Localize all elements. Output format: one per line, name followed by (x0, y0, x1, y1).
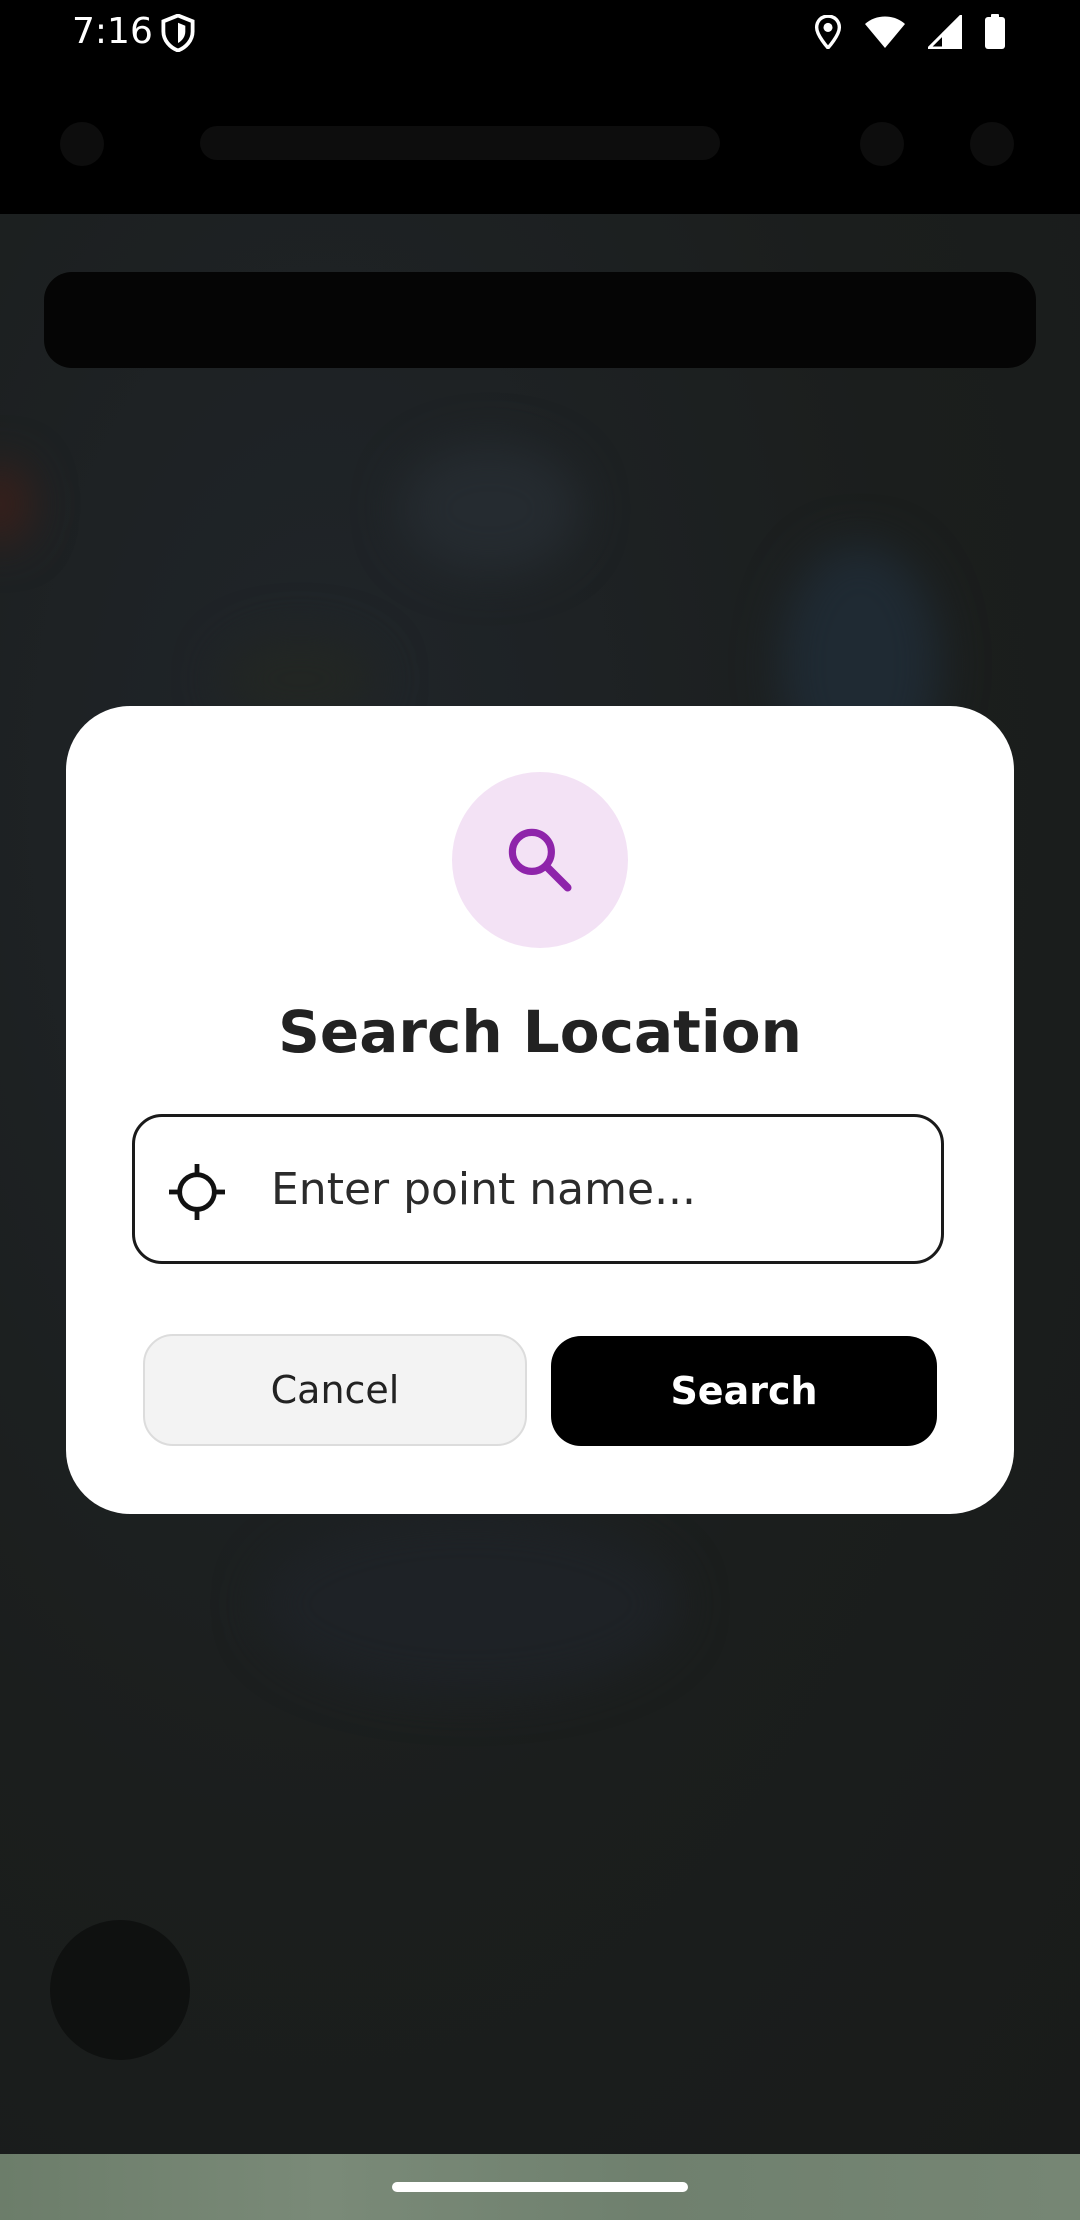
background-action-icon (860, 122, 904, 166)
point-name-input[interactable] (271, 1147, 921, 1231)
dialog-icon-badge (452, 772, 628, 948)
gesture-nav-handle[interactable] (392, 2182, 688, 2192)
wifi-icon (865, 16, 905, 48)
screen: 7:16 Search Location Enter point name...… (0, 0, 1080, 2220)
background-more-icon (970, 122, 1014, 166)
background-menu-icon (60, 122, 104, 166)
background-blur-shape (260, 1514, 680, 1694)
background-fab (50, 1920, 190, 2060)
cancel-button[interactable]: Cancel (143, 1334, 527, 1446)
status-icons (814, 12, 1006, 52)
background-blur-shape (0, 464, 30, 544)
search-location-dialog: Search Location Cancel Search (66, 706, 1014, 1514)
location-icon (814, 15, 842, 49)
signal-icon (928, 15, 962, 49)
point-name-field[interactable] (132, 1114, 944, 1264)
background-app-bar (0, 64, 1080, 214)
shield-icon (161, 14, 195, 52)
status-time: 7:16 (72, 11, 153, 52)
background-blur-shape (400, 444, 580, 574)
background-search-bar (44, 272, 1036, 368)
search-button[interactable]: Search (551, 1336, 937, 1446)
background-title (200, 126, 720, 160)
crosshair-icon (169, 1164, 225, 1220)
battery-icon (985, 14, 1005, 49)
status-bar: 7:16 (0, 0, 1080, 64)
dialog-title: Search Location (278, 998, 802, 1066)
search-icon (508, 828, 572, 892)
